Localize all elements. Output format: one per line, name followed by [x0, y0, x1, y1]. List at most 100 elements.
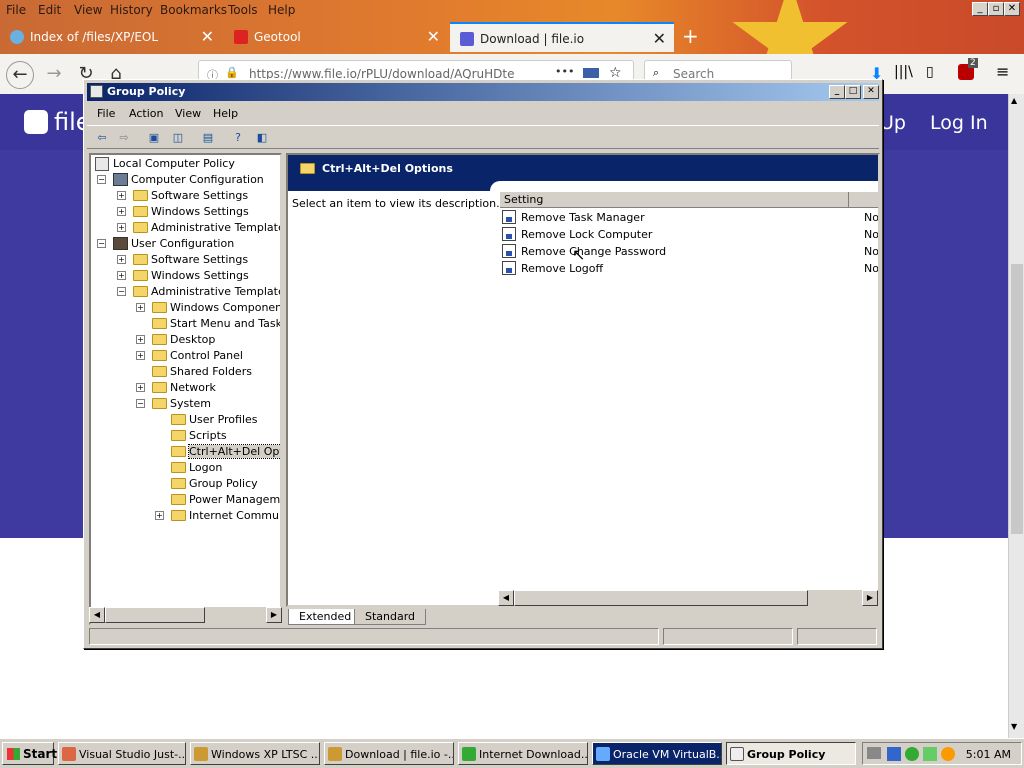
show-hide-tree-icon[interactable]: ◫	[169, 130, 187, 146]
close-button[interactable]: ✕	[863, 85, 879, 99]
tree-scrollbar[interactable]: ◀ ▶	[89, 607, 282, 623]
scroll-thumb[interactable]	[105, 607, 205, 623]
close-button[interactable]: ✕	[1004, 2, 1020, 16]
taskbar-item[interactable]: Internet Download...	[458, 742, 588, 765]
taskbar-item[interactable]: Visual Studio Just-...	[58, 742, 186, 765]
scroll-thumb[interactable]	[1011, 264, 1023, 534]
forward-icon[interactable]: →	[40, 61, 68, 89]
page-scrollbar[interactable]: ▲ ▼	[1008, 94, 1024, 738]
setting-name: Remove Change Password	[521, 245, 667, 258]
forward-icon[interactable]: ⇨	[115, 130, 133, 146]
list-item[interactable]: Remove Logoff Not	[502, 260, 878, 277]
close-icon[interactable]: ✕	[427, 27, 440, 46]
folder-icon	[152, 318, 167, 329]
folder-icon	[133, 270, 148, 281]
tab-geotool[interactable]: Geotool ✕	[224, 22, 448, 52]
keyboard-icon[interactable]	[867, 747, 881, 759]
scroll-down-icon[interactable]: ▼	[1011, 722, 1017, 731]
maximize-button[interactable]: ▫	[988, 2, 1004, 16]
menu-file[interactable]: File	[6, 3, 26, 17]
volume-icon[interactable]	[923, 747, 937, 761]
expand-icon[interactable]: +	[117, 223, 126, 232]
new-tab-button[interactable]: +	[682, 24, 699, 48]
menu-tools[interactable]: Tools	[228, 3, 258, 17]
tab-fileio[interactable]: Download | file.io ✕	[450, 22, 674, 52]
export-list-icon[interactable]: ▤	[199, 130, 217, 146]
taskbar-item[interactable]: Download | file.io -...	[324, 742, 454, 765]
help-icon[interactable]: ?	[229, 130, 247, 146]
list-item[interactable]: Remove Lock Computer Not	[502, 226, 878, 243]
expand-icon[interactable]: +	[117, 207, 126, 216]
start-button[interactable]: Start	[2, 742, 57, 765]
expand-icon[interactable]: +	[117, 191, 126, 200]
network-icon[interactable]	[887, 747, 901, 761]
library-icon[interactable]: |||\	[894, 64, 913, 80]
window-titlebar[interactable]: Group Policy _ □ ✕	[87, 83, 879, 101]
signup-link[interactable]: Up	[880, 112, 906, 134]
minimize-button[interactable]: _	[829, 85, 845, 99]
back-icon[interactable]: ⇦	[93, 130, 111, 146]
expand-icon[interactable]: +	[136, 303, 145, 312]
properties-icon[interactable]: ◧	[253, 130, 271, 146]
taskbar-item[interactable]: Group Policy	[726, 742, 856, 765]
login-link[interactable]: Log In	[930, 112, 988, 134]
tree-pane: Local Computer Policy − Computer Configur…	[89, 153, 282, 625]
back-icon[interactable]: ←	[6, 61, 34, 89]
menu-file[interactable]: File	[97, 107, 115, 120]
up-folder-icon[interactable]: ▣	[145, 130, 163, 146]
collapse-icon[interactable]: −	[136, 399, 145, 408]
close-icon[interactable]: ✕	[653, 29, 666, 48]
list-item[interactable]: Remove Change Password Not	[502, 243, 879, 260]
scroll-up-icon[interactable]: ▲	[1011, 96, 1017, 105]
expand-icon[interactable]: +	[136, 335, 145, 344]
taskbar-item[interactable]: Oracle VM VirtualB...	[592, 742, 722, 765]
menu-help[interactable]: Help	[268, 3, 295, 17]
tab-extended[interactable]: Extended	[288, 609, 363, 625]
expand-icon[interactable]: +	[136, 383, 145, 392]
ublock-badge: 2	[968, 58, 978, 68]
collapse-icon[interactable]: −	[117, 287, 126, 296]
search-icon[interactable]	[941, 747, 955, 761]
menu-history[interactable]: History	[110, 3, 153, 17]
column-setting[interactable]: Setting	[500, 192, 849, 208]
close-icon[interactable]: ✕	[201, 27, 214, 46]
menu-help[interactable]: Help	[213, 107, 238, 120]
scroll-left-icon[interactable]: ◀	[89, 607, 105, 623]
sidebar-icon[interactable]: ▯	[926, 64, 934, 80]
fileio-logo-icon	[24, 110, 48, 134]
tab-standard[interactable]: Standard	[354, 609, 427, 625]
taskbar-item[interactable]: Windows XP LTSC ...	[190, 742, 320, 765]
tab-index[interactable]: Index of /files/XP/EOL ✕	[0, 22, 222, 52]
collapse-icon[interactable]: −	[97, 239, 106, 248]
menu-action[interactable]: Action	[129, 107, 163, 120]
folder-icon	[133, 254, 148, 265]
folder-open-icon	[300, 163, 315, 174]
list-scrollbar[interactable]: ◀ ▶	[498, 590, 878, 606]
setting-name: Remove Lock Computer	[521, 228, 653, 241]
collapse-icon[interactable]: −	[97, 175, 106, 184]
expand-icon[interactable]: +	[136, 351, 145, 360]
expand-icon[interactable]: +	[155, 511, 164, 520]
setting-state: Not	[864, 245, 879, 258]
scroll-right-icon[interactable]: ▶	[266, 607, 282, 623]
expand-icon[interactable]: +	[117, 271, 126, 280]
expand-icon[interactable]: +	[117, 255, 126, 264]
list-item[interactable]: Remove Task Manager Not	[502, 209, 878, 226]
more-icon[interactable]: •••	[555, 65, 574, 78]
download-manager-icon[interactable]	[905, 747, 919, 761]
folder-icon	[171, 414, 186, 425]
menu-bookmarks[interactable]: Bookmarks	[160, 3, 227, 17]
policy-setting-icon	[502, 227, 516, 241]
maximize-button[interactable]: □	[845, 85, 861, 99]
menu-icon[interactable]: ≡	[996, 62, 1009, 81]
minimize-button[interactable]: _	[972, 2, 988, 16]
scroll-left-icon[interactable]: ◀	[498, 590, 514, 606]
menu-view[interactable]: View	[175, 107, 201, 120]
menu-edit[interactable]: Edit	[38, 3, 61, 17]
scroll-thumb[interactable]	[514, 590, 808, 606]
scroll-right-icon[interactable]: ▶	[862, 590, 878, 606]
menu-view[interactable]: View	[74, 3, 102, 17]
flag-icon	[234, 30, 248, 44]
folder-open-icon	[171, 446, 186, 457]
column-header[interactable]: Setting	[500, 192, 878, 208]
